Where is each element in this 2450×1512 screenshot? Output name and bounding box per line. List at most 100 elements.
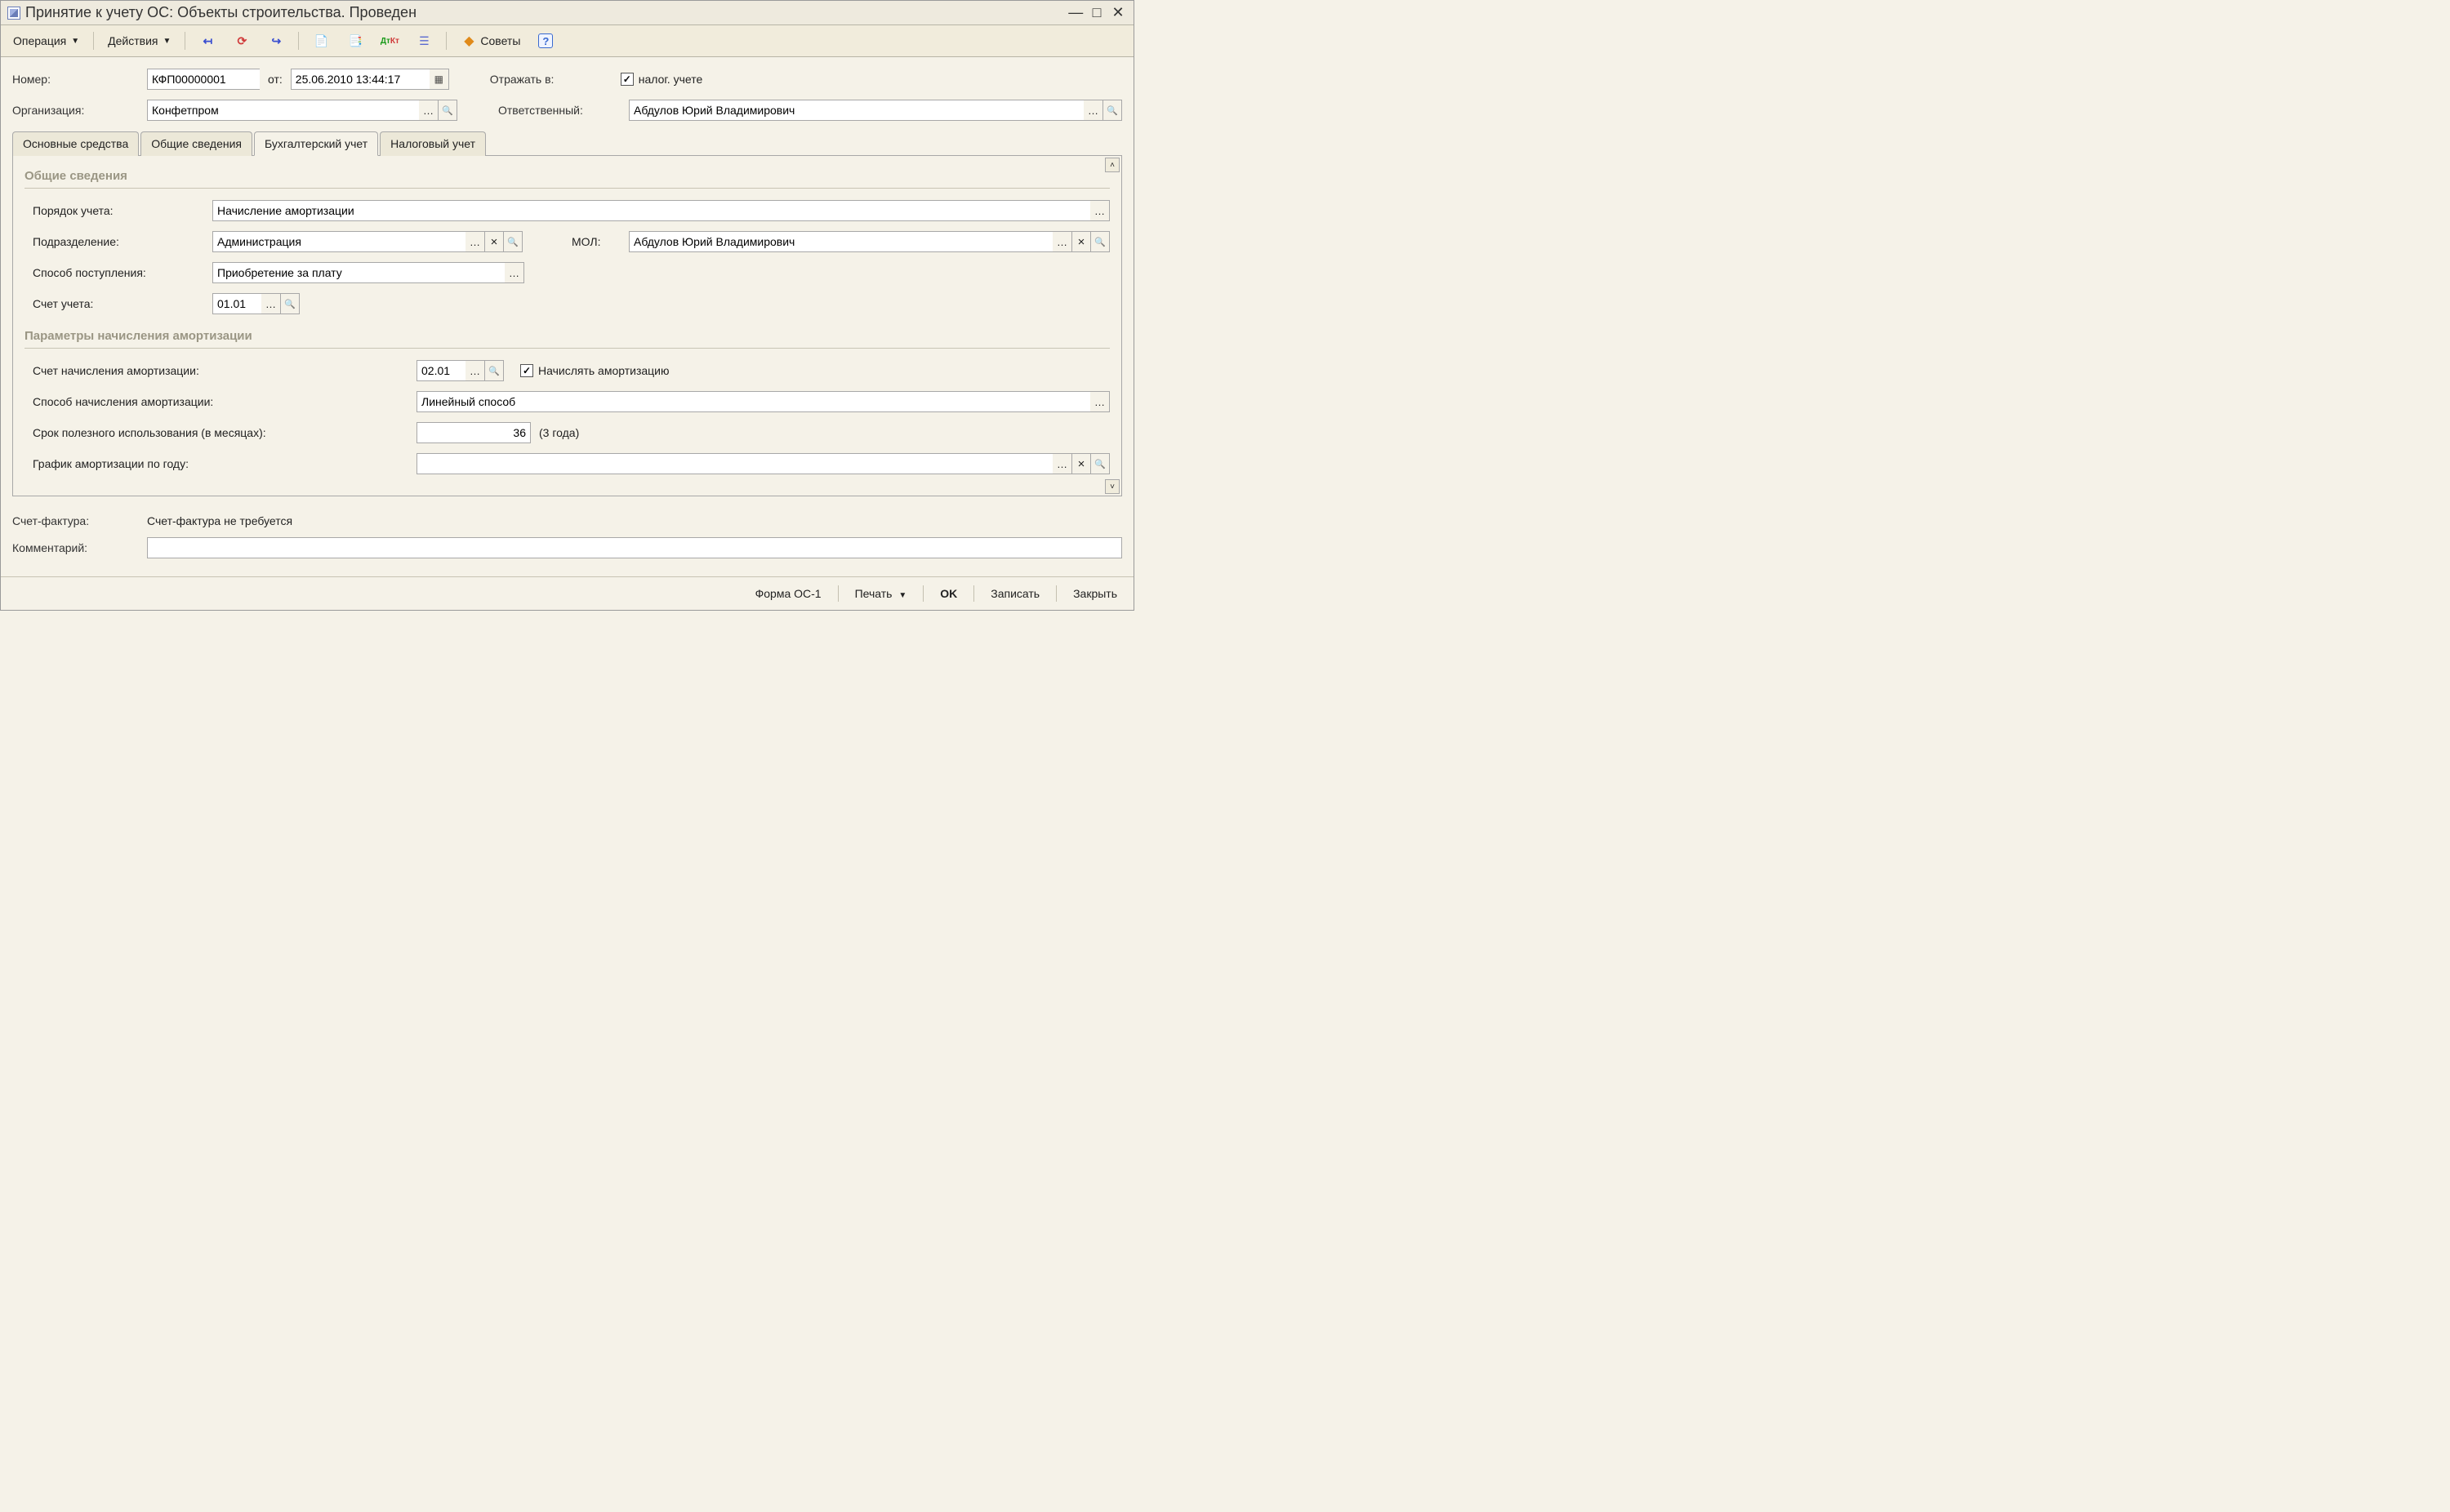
life-hint: (3 года) bbox=[539, 426, 579, 439]
close-window-button[interactable]: ✕ bbox=[1109, 4, 1127, 21]
amort-method-field bbox=[416, 391, 1110, 412]
tips-label: Советы bbox=[480, 34, 520, 47]
tab-general-info[interactable]: Общие сведения bbox=[140, 131, 252, 156]
amort-method-input[interactable] bbox=[416, 391, 1090, 412]
tab-fixed-assets[interactable]: Основные средства bbox=[12, 131, 139, 156]
mol-search-button[interactable] bbox=[1090, 231, 1110, 252]
number-field bbox=[147, 69, 260, 90]
dept-clear-button[interactable] bbox=[484, 231, 504, 252]
reflect-tax-checkbox[interactable]: налог. учете bbox=[621, 73, 702, 86]
mol-clear-button[interactable] bbox=[1071, 231, 1091, 252]
receipt-select-button[interactable] bbox=[505, 262, 524, 283]
calc-amort-label: Начислять амортизацию bbox=[538, 364, 670, 377]
number-input[interactable] bbox=[147, 69, 260, 90]
toolbar-separator bbox=[446, 32, 447, 50]
close-button[interactable]: Закрыть bbox=[1065, 584, 1125, 603]
acct-order-input[interactable] bbox=[212, 200, 1090, 221]
tips-button[interactable]: ◆ Советы bbox=[453, 29, 528, 53]
maximize-button[interactable]: □ bbox=[1088, 4, 1106, 21]
mol-field bbox=[629, 231, 1110, 252]
footer-divider bbox=[973, 585, 974, 602]
section-general-title: Общие сведения bbox=[24, 169, 1110, 189]
invoice-text: Счет-фактура не требуется bbox=[147, 514, 292, 527]
footer-divider bbox=[923, 585, 924, 602]
calc-amort-checkbox[interactable]: Начислять амортизацию bbox=[520, 364, 670, 377]
calendar-button[interactable] bbox=[430, 69, 449, 90]
section-amort-title: Параметры начисления амортизации bbox=[24, 329, 1110, 349]
responsible-label: Ответственный: bbox=[498, 104, 621, 117]
date-input[interactable] bbox=[291, 69, 430, 90]
scroll-down-button[interactable]: ˅ bbox=[1105, 479, 1120, 494]
actions-menu[interactable]: Действия ▼ bbox=[100, 30, 178, 51]
account-search-button[interactable] bbox=[280, 293, 300, 314]
window: Принятие к учету ОС: Объекты строительст… bbox=[0, 0, 1134, 611]
schedule-field bbox=[416, 453, 1110, 474]
account-select-button[interactable] bbox=[261, 293, 281, 314]
org-select-button[interactable] bbox=[419, 100, 439, 121]
toolbar-doc-button-2[interactable]: 📑 bbox=[340, 29, 371, 53]
dtkt-icon: ДтКт bbox=[381, 33, 398, 49]
toolbar-refresh-button[interactable]: ⟳ bbox=[226, 29, 257, 53]
number-label: Номер: bbox=[12, 73, 139, 86]
toolbar-doc-button-1[interactable]: 📄 bbox=[305, 29, 336, 53]
mol-select-button[interactable] bbox=[1053, 231, 1072, 252]
checkbox-icon bbox=[520, 364, 533, 377]
mol-input[interactable] bbox=[629, 231, 1053, 252]
print-menu[interactable]: Печать ▼ bbox=[847, 584, 915, 603]
amort-acct-select-button[interactable] bbox=[466, 360, 485, 381]
tab-tax-accounting[interactable]: Налоговый учет bbox=[380, 131, 486, 156]
amort-method-select-button[interactable] bbox=[1090, 391, 1110, 412]
org-input[interactable] bbox=[147, 100, 419, 121]
account-input[interactable] bbox=[212, 293, 261, 314]
responsible-select-button[interactable] bbox=[1084, 100, 1103, 121]
toolbar-list-button[interactable]: ☰ bbox=[408, 29, 439, 53]
responsible-input[interactable] bbox=[629, 100, 1084, 121]
dept-select-button[interactable] bbox=[466, 231, 485, 252]
toolbar: Операция ▼ Действия ▼ ↤ ⟳ ↪ 📄 📑 ДтКт ☰ ◆… bbox=[1, 25, 1134, 57]
toolbar-back-button[interactable]: ↤ bbox=[192, 29, 223, 53]
toolbar-separator bbox=[298, 32, 299, 50]
date-field bbox=[291, 69, 449, 90]
org-search-button[interactable] bbox=[438, 100, 457, 121]
amort-acct-field bbox=[416, 360, 504, 381]
schedule-clear-button[interactable] bbox=[1071, 453, 1091, 474]
toolbar-forward-button[interactable]: ↪ bbox=[261, 29, 292, 53]
header-form: Номер: от: Отражать в: налог. учете Орга… bbox=[1, 57, 1134, 508]
help-button[interactable]: ? bbox=[531, 29, 560, 52]
footer-divider bbox=[838, 585, 839, 602]
toolbar-separator bbox=[93, 32, 94, 50]
amort-acct-search-button[interactable] bbox=[484, 360, 504, 381]
scroll-up-button[interactable]: ˄ bbox=[1105, 158, 1120, 172]
comment-input[interactable] bbox=[147, 537, 1122, 558]
form-os1-button[interactable]: Форма ОС-1 bbox=[747, 584, 830, 603]
schedule-search-button[interactable] bbox=[1090, 453, 1110, 474]
chevron-down-icon: ▼ bbox=[71, 37, 79, 46]
schedule-select-button[interactable] bbox=[1053, 453, 1072, 474]
document-icon: 📄 bbox=[313, 33, 329, 49]
footer: Форма ОС-1 Печать ▼ OK Записать Закрыть bbox=[1, 576, 1134, 610]
mol-label: МОЛ: bbox=[572, 235, 621, 248]
dept-input[interactable] bbox=[212, 231, 466, 252]
acct-order-select-button[interactable] bbox=[1090, 200, 1110, 221]
dept-search-button[interactable] bbox=[503, 231, 523, 252]
schedule-input[interactable] bbox=[416, 453, 1053, 474]
responsible-search-button[interactable] bbox=[1102, 100, 1122, 121]
list-icon: ☰ bbox=[416, 33, 432, 49]
ok-button[interactable]: OK bbox=[932, 584, 965, 603]
save-button[interactable]: Записать bbox=[982, 584, 1048, 603]
reflect-label: Отражать в: bbox=[490, 73, 612, 86]
refresh-icon: ⟳ bbox=[234, 33, 250, 49]
receipt-label: Способ поступления: bbox=[33, 266, 204, 279]
tabs: Основные средства Общие сведения Бухгалт… bbox=[12, 131, 1122, 156]
life-input[interactable] bbox=[416, 422, 531, 443]
toolbar-dtkt-button[interactable]: ДтКт bbox=[374, 29, 405, 53]
tab-accounting[interactable]: Бухгалтерский учет bbox=[254, 131, 378, 156]
operation-menu[interactable]: Операция ▼ bbox=[6, 30, 87, 51]
org-field bbox=[147, 100, 457, 121]
amort-acct-input[interactable] bbox=[416, 360, 466, 381]
footer-divider bbox=[1056, 585, 1057, 602]
dept-label: Подразделение: bbox=[33, 235, 204, 248]
receipt-input[interactable] bbox=[212, 262, 505, 283]
reflect-tax-label: налог. учете bbox=[639, 73, 702, 86]
minimize-button[interactable]: — bbox=[1067, 4, 1085, 21]
